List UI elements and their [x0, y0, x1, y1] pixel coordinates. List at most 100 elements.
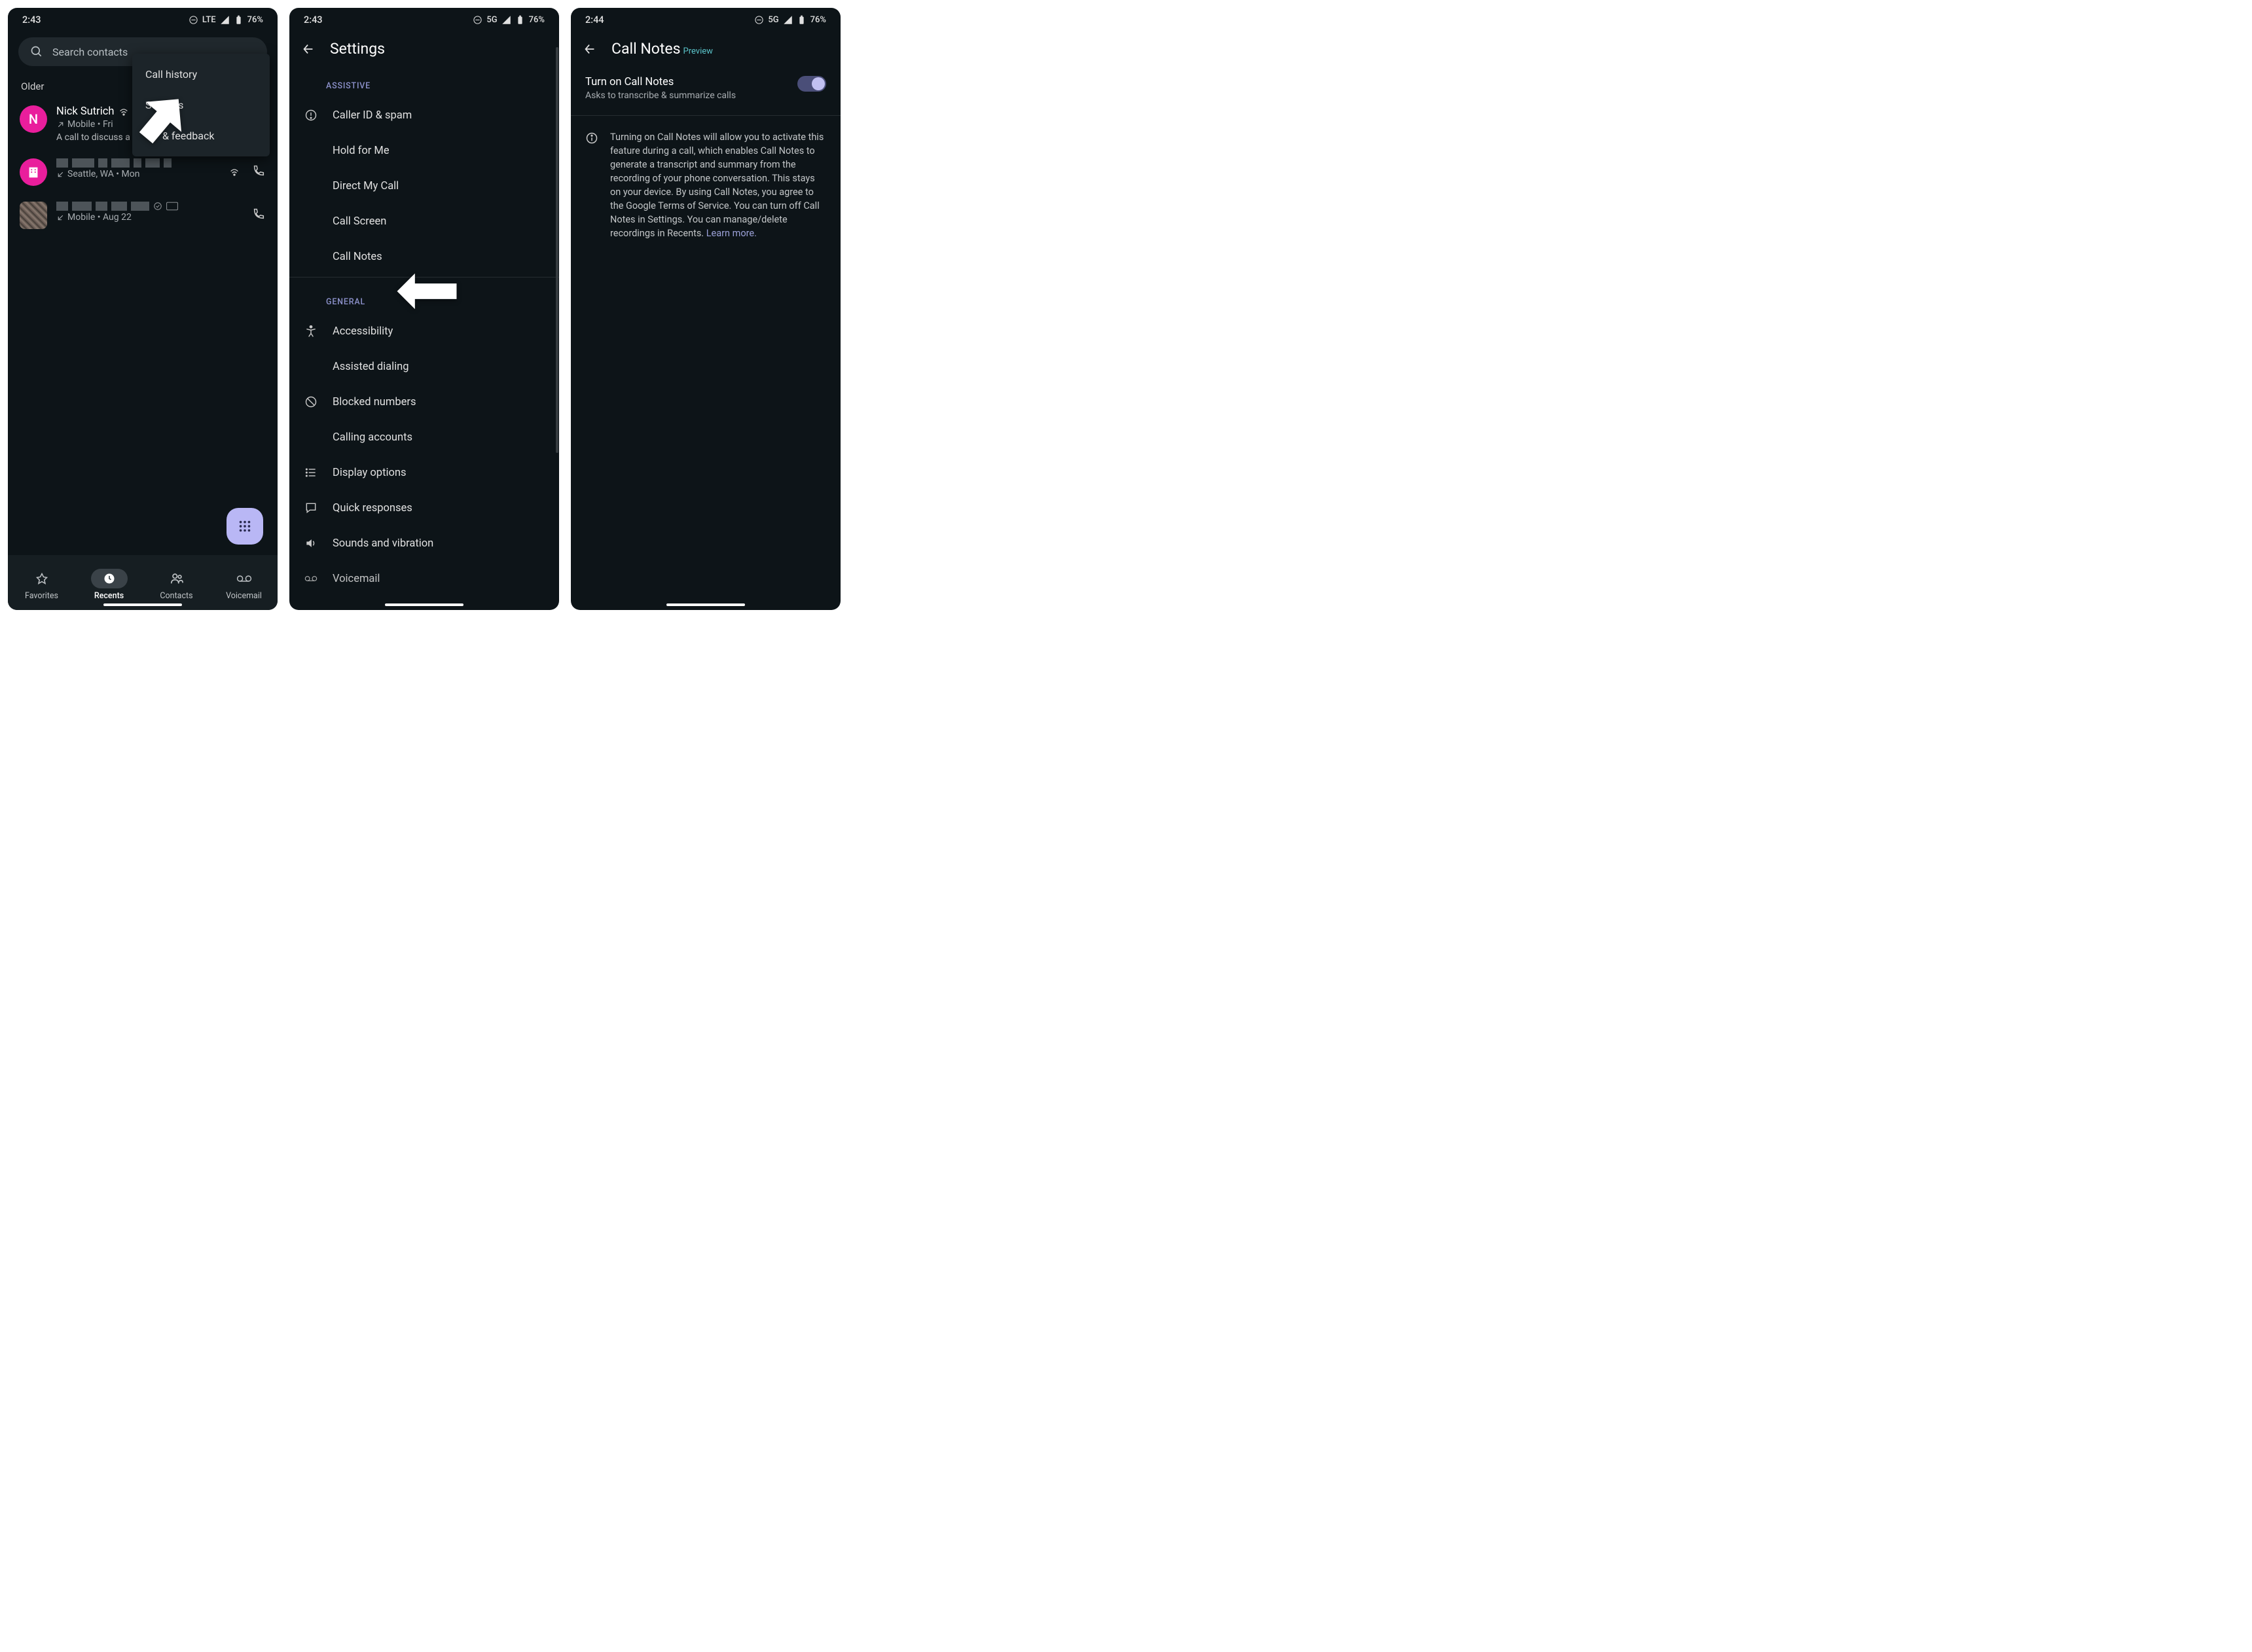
toggle-switch[interactable]	[797, 76, 826, 92]
wifi-icon	[118, 107, 129, 117]
back-icon[interactable]	[583, 42, 597, 56]
alert-icon	[304, 109, 318, 122]
toggle-title: Turn on Call Notes	[585, 76, 788, 88]
status-time: 2:43	[22, 14, 41, 26]
status-time: 2:43	[304, 14, 323, 26]
gesture-bar[interactable]	[385, 603, 463, 606]
settings-accounts[interactable]: Calling accounts	[289, 420, 559, 455]
battery-label: 76%	[810, 15, 826, 25]
settings-accessibility[interactable]: Accessibility	[289, 314, 559, 349]
avatar[interactable]	[20, 158, 47, 186]
page-title: Call NotesPreview	[611, 40, 713, 58]
status-icons: LTE 76%	[189, 15, 263, 25]
settings-voicemail[interactable]: Voicemail	[289, 561, 559, 596]
battery-icon	[234, 15, 244, 25]
nav-recents[interactable]: Recents	[91, 569, 128, 601]
settings-callscreen[interactable]: Call Screen	[289, 204, 559, 239]
call-button[interactable]	[251, 207, 266, 224]
settings-display[interactable]: Display options	[289, 455, 559, 490]
scrollbar[interactable]	[556, 47, 558, 453]
status-time: 2:44	[585, 14, 604, 26]
gesture-bar[interactable]	[666, 603, 745, 606]
app-bar: Call NotesPreview	[571, 29, 841, 64]
block-icon	[304, 395, 318, 408]
settings-sounds[interactable]: Sounds and vibration	[289, 526, 559, 561]
screen-call-notes: 2:44 5G 76% Call NotesPreview Turn on Ca…	[571, 8, 841, 610]
info-icon	[585, 132, 598, 145]
search-placeholder: Search contacts	[52, 46, 128, 58]
nav-favorites[interactable]: Favorites	[24, 569, 60, 601]
call-row[interactable]: Seattle, WA • Mon	[8, 151, 278, 194]
battery-label: 76%	[529, 15, 545, 25]
voicemail-icon	[236, 572, 252, 585]
outgoing-icon	[56, 120, 65, 129]
signal-icon	[501, 15, 511, 25]
network-label: LTE	[202, 15, 216, 25]
status-bar: 2:43 5G 76%	[289, 8, 559, 29]
incoming-icon	[56, 213, 65, 222]
clock-icon	[103, 572, 116, 585]
network-label: 5G	[486, 15, 497, 25]
voicemail-icon	[304, 572, 318, 585]
signal-icon	[783, 15, 793, 25]
wifi-icon	[229, 167, 240, 177]
dialpad-icon	[238, 519, 252, 533]
app-bar: Settings	[289, 29, 559, 64]
dnd-icon	[473, 15, 482, 25]
settings-direct[interactable]: Direct My Call	[289, 168, 559, 204]
back-icon[interactable]	[301, 42, 316, 56]
building-icon	[26, 165, 41, 179]
dnd-icon	[189, 15, 198, 25]
chat-icon	[304, 501, 318, 514]
status-bar: 2:43 LTE 76%	[8, 8, 278, 29]
page-title: Settings	[330, 40, 385, 58]
call-meta: Seattle, WA • Mon	[56, 169, 220, 179]
settings-assisted[interactable]: Assisted dialing	[289, 349, 559, 384]
signal-icon	[220, 15, 230, 25]
search-icon	[30, 45, 43, 58]
hd-icon	[166, 202, 178, 211]
redacted-name	[56, 158, 220, 168]
annotation-arrow-icon	[394, 268, 460, 314]
call-row[interactable]: Mobile • Aug 22	[8, 194, 278, 237]
menu-call-history[interactable]: Call history	[132, 59, 270, 90]
annotation-arrow-icon	[132, 93, 191, 145]
incoming-icon	[56, 170, 65, 179]
accessibility-icon	[304, 325, 318, 338]
avatar[interactable]	[20, 202, 47, 229]
sound-icon	[304, 537, 318, 550]
battery-label: 76%	[247, 15, 263, 25]
learn-more-link[interactable]: Learn more.	[706, 228, 757, 239]
preview-badge: Preview	[683, 46, 713, 56]
battery-icon	[797, 15, 807, 25]
network-label: 5G	[768, 15, 778, 25]
list-icon	[304, 466, 318, 479]
avatar[interactable]: N	[20, 105, 47, 133]
settings-hold[interactable]: Hold for Me	[289, 133, 559, 168]
nav-contacts[interactable]: Contacts	[158, 569, 195, 601]
section-assistive: ASSISTIVE	[289, 64, 559, 98]
call-button[interactable]	[251, 164, 266, 181]
status-icons: 5G 76%	[754, 15, 826, 25]
screen-settings: 2:43 5G 76% Settings ASSISTIVE Caller ID…	[289, 8, 559, 610]
verified-icon	[153, 202, 162, 211]
status-icons: 5G 76%	[473, 15, 545, 25]
battery-icon	[515, 15, 525, 25]
settings-blocked[interactable]: Blocked numbers	[289, 384, 559, 420]
dialpad-fab[interactable]	[227, 508, 263, 545]
bottom-nav: Favorites Recents Contacts Voicemail	[8, 555, 278, 610]
settings-quick[interactable]: Quick responses	[289, 490, 559, 526]
status-bar: 2:44 5G 76%	[571, 8, 841, 29]
gesture-bar[interactable]	[103, 603, 182, 606]
screen-recents: 2:43 LTE 76% Search contacts Call histor…	[8, 8, 278, 610]
redacted-name	[56, 202, 242, 211]
info-paragraph: Turning on Call Notes will allow you to …	[571, 118, 841, 252]
nav-voicemail[interactable]: Voicemail	[226, 569, 263, 601]
people-icon	[170, 571, 184, 586]
settings-caller-id[interactable]: Caller ID & spam	[289, 98, 559, 133]
call-meta: Mobile • Aug 22	[56, 212, 242, 223]
dnd-icon	[754, 15, 764, 25]
toggle-subtitle: Asks to transcribe & summarize calls	[585, 90, 788, 101]
toggle-call-notes[interactable]: Turn on Call Notes Asks to transcribe & …	[571, 64, 841, 113]
star-icon	[35, 572, 48, 585]
